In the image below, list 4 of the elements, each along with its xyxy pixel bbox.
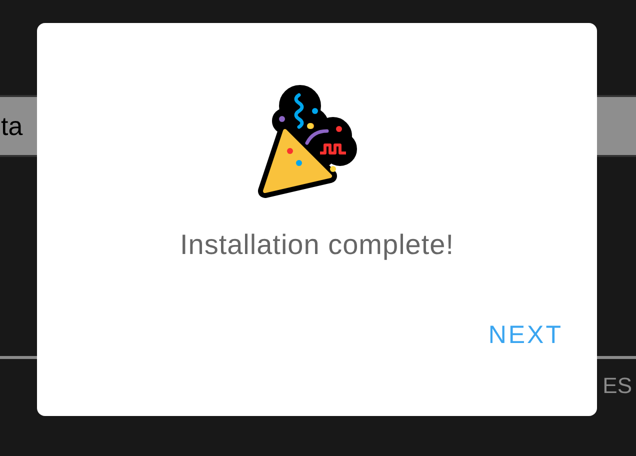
footer-text: ES	[602, 373, 632, 399]
field-text: ta	[1, 110, 23, 142]
next-button[interactable]: NEXT	[480, 315, 571, 356]
dialog-message: Installation complete!	[180, 229, 454, 261]
